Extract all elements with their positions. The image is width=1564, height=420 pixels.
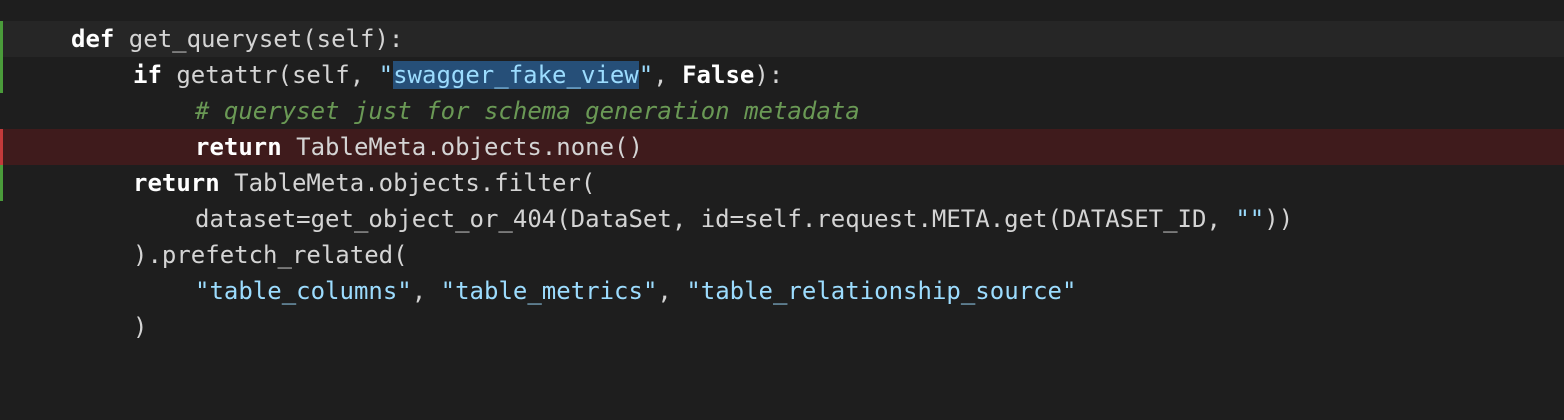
code-line[interactable]: def get_queryset(self):: [0, 21, 1564, 57]
code-text: "table_columns", "table_metrics", "table…: [195, 273, 1076, 309]
code-text: return TableMeta.objects.filter(: [133, 165, 595, 201]
code-text: # queryset just for schema generation me…: [195, 93, 860, 129]
code-line[interactable]: ): [0, 309, 1564, 345]
code-token: ,: [653, 61, 683, 89]
code-token: ,: [657, 277, 687, 305]
code-token: ):: [754, 61, 784, 89]
code-token: TableMeta.objects.filter(: [219, 169, 596, 197]
code-line[interactable]: "table_columns", "table_metrics", "table…: [0, 273, 1564, 309]
code-token: ).prefetch_related(: [133, 241, 408, 269]
code-token: getattr(self,: [161, 61, 379, 89]
code-token: get_queryset(self):: [114, 25, 404, 53]
code-token: ): [133, 313, 148, 341]
string-token: ": [638, 61, 654, 89]
code-token: ,: [411, 277, 441, 305]
code-line[interactable]: return TableMeta.objects.none(): [0, 129, 1564, 165]
gutter-added-marker[interactable]: [0, 165, 3, 201]
code-token: dataset=get_object_or_404(DataSet, id=se…: [195, 205, 1236, 233]
code-line[interactable]: ).prefetch_related(: [0, 237, 1564, 273]
code-text: ): [133, 309, 147, 345]
string-token: "table_metrics": [440, 277, 658, 305]
keyword-token: return: [195, 133, 282, 161]
gutter-added-marker[interactable]: [0, 21, 3, 57]
keyword-token: return: [133, 169, 220, 197]
string-token: ": [378, 61, 394, 89]
code-text: return TableMeta.objects.none(): [195, 129, 643, 165]
string-token: "table_relationship_source": [686, 277, 1077, 305]
code-line[interactable]: return TableMeta.objects.filter(: [0, 165, 1564, 201]
code-token: TableMeta.objects.none(): [281, 133, 643, 161]
comment-token: # queryset just for schema generation me…: [195, 97, 860, 125]
code-line[interactable]: dataset=get_object_or_404(DataSet, id=se…: [0, 201, 1564, 237]
code-text: if getattr(self, "swagger_fake_view", Fa…: [133, 57, 783, 93]
code-line[interactable]: # queryset just for schema generation me…: [0, 93, 1564, 129]
gutter-added-marker[interactable]: [0, 57, 3, 93]
code-text: dataset=get_object_or_404(DataSet, id=se…: [195, 201, 1293, 237]
keyword-token: False: [682, 61, 755, 89]
keyword-token: def: [71, 25, 115, 53]
code-line[interactable]: if getattr(self, "swagger_fake_view", Fa…: [0, 57, 1564, 93]
code-token: )): [1264, 205, 1294, 233]
string-token: "table_columns": [195, 277, 412, 305]
code-text: ).prefetch_related(: [133, 237, 408, 273]
string-token: "": [1235, 205, 1265, 233]
selected-text: swagger_fake_view: [393, 61, 639, 89]
keyword-token: if: [133, 61, 162, 89]
code-editor[interactable]: def get_queryset(self): if getattr(self, …: [0, 21, 1564, 345]
code-text: def get_queryset(self):: [71, 21, 403, 57]
gutter-removed-marker[interactable]: [0, 129, 3, 165]
